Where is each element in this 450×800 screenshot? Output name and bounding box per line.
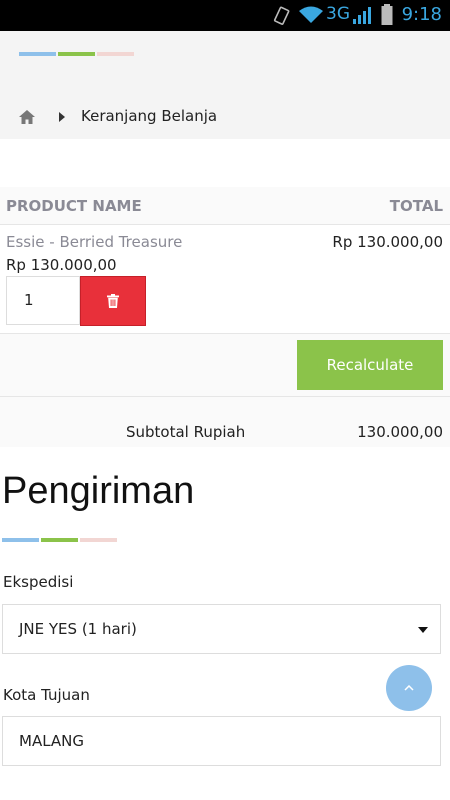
- courier-select[interactable]: JNE YES (1 hari): [2, 604, 441, 654]
- courier-selected-value: JNE YES (1 hari): [19, 620, 137, 638]
- scroll-to-top-button[interactable]: [386, 665, 432, 711]
- accent-stripe: [19, 52, 134, 56]
- product-price: Rp 130.000,00: [6, 256, 117, 274]
- battery-icon: [381, 4, 393, 25]
- subtotal-value: 130.000,00: [357, 423, 443, 441]
- cart-table-header: PRODUCT NAME TOTAL: [0, 187, 450, 225]
- caret-down-icon: [418, 627, 428, 633]
- accent-stripe: [2, 538, 117, 542]
- clock: 9:18: [401, 4, 442, 25]
- home-icon[interactable]: [19, 110, 35, 124]
- signal-icon: [353, 7, 371, 24]
- page-header: Keranjang Belanja: [0, 31, 450, 139]
- city-input[interactable]: MALANG: [2, 716, 441, 766]
- vibrate-icon: [273, 6, 290, 25]
- city-value: MALANG: [19, 732, 85, 750]
- delete-item-button[interactable]: [80, 276, 146, 326]
- column-total: TOTAL: [389, 197, 443, 215]
- network-type: 3G: [326, 4, 350, 24]
- product-total: Rp 130.000,00: [332, 233, 443, 251]
- column-product-name: PRODUCT NAME: [6, 197, 142, 215]
- section-title: Pengiriman: [2, 470, 195, 512]
- trash-icon: [107, 294, 119, 308]
- product-name-link[interactable]: Essie - Berried Treasure: [6, 233, 182, 251]
- recalculate-button[interactable]: Recalculate: [297, 340, 443, 390]
- wifi-icon: [299, 6, 323, 23]
- quantity-input[interactable]: 1: [6, 276, 80, 325]
- arrow-up-icon: [404, 685, 414, 691]
- city-label: Kota Tujuan: [3, 686, 90, 704]
- chevron-right-icon: [59, 112, 65, 122]
- subtotal-label: Subtotal Rupiah: [126, 423, 246, 441]
- status-bar: 3G 9:18: [0, 0, 450, 31]
- breadcrumb-current: Keranjang Belanja: [81, 107, 218, 125]
- courier-label: Ekspedisi: [3, 573, 74, 591]
